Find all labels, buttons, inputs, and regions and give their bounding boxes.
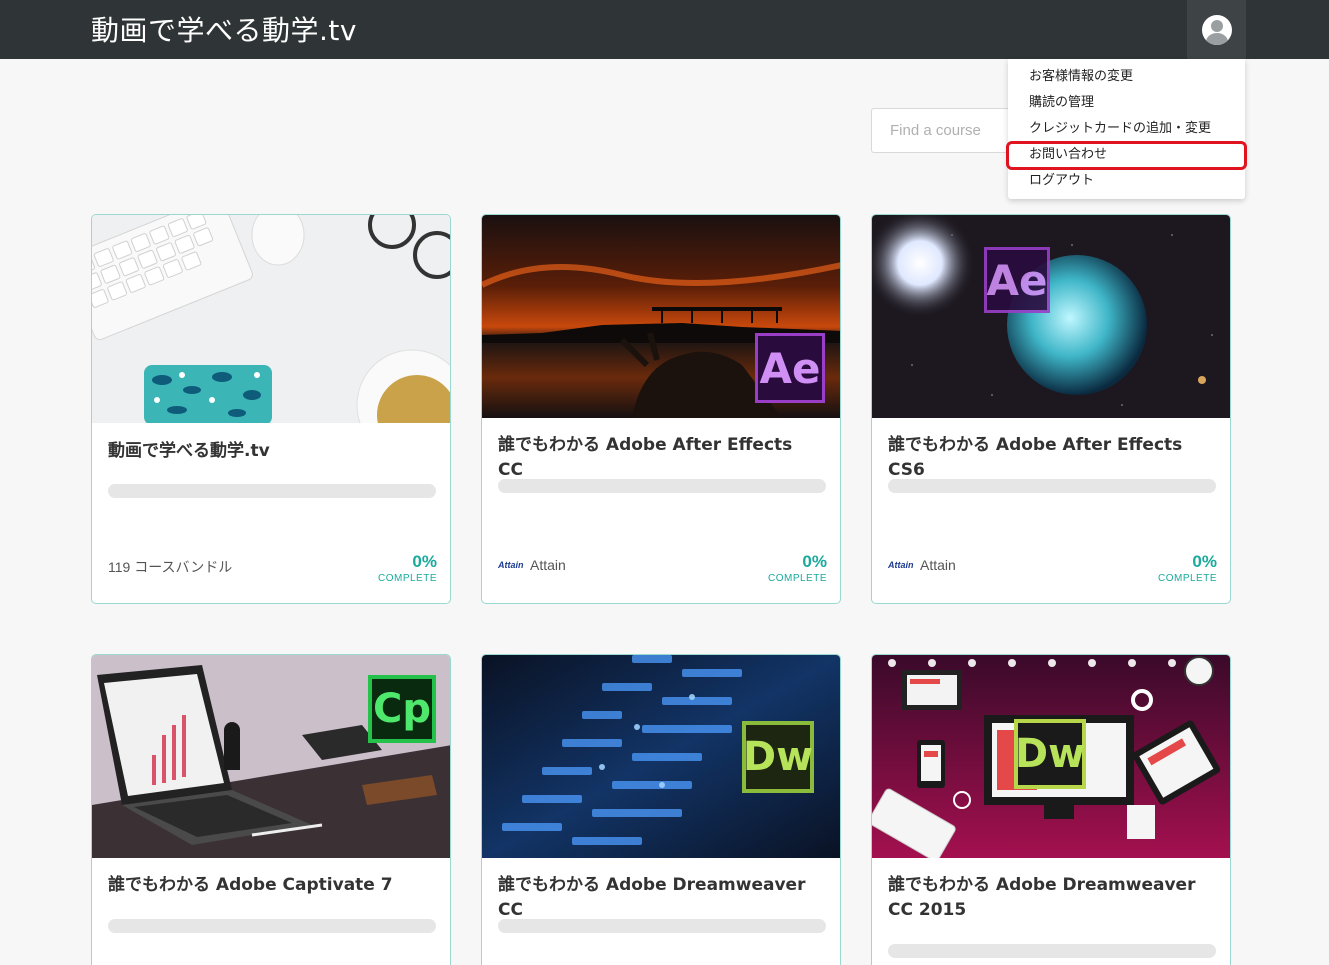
course-card[interactable]: Ae 誰でもわかる Adobe After Effects CS6 Attain… <box>871 214 1231 604</box>
completion-percent: 0% <box>802 552 827 571</box>
author-name: Attain <box>530 557 566 573</box>
course-card[interactable]: 動画で学べる動学.tv 119 コースバンドル 0% COMPLETE <box>91 214 451 604</box>
course-card[interactable]: Ae 誰でもわかる Adobe After Effects CC Attain … <box>481 214 841 604</box>
menu-item-subscriptions[interactable]: 購読の管理 <box>1008 91 1245 117</box>
course-thumbnail: Dw <box>872 655 1230 858</box>
course-title: 誰でもわかる Adobe After Effects CS6 <box>888 435 1183 480</box>
course-completion: 0% COMPLETE <box>768 552 827 584</box>
course-progress-bar <box>498 919 826 933</box>
course-progress-bar <box>888 944 1216 958</box>
course-title: 誰でもわかる Adobe Captivate 7 <box>108 875 393 895</box>
course-thumbnail <box>92 215 450 423</box>
course-completion: 0% COMPLETE <box>1158 552 1217 584</box>
course-thumbnail: Ae <box>482 215 840 418</box>
dreamweaver-logo-icon: Dw <box>742 721 814 793</box>
course-progress-bar <box>108 484 436 498</box>
menu-item-logout[interactable]: ログアウト <box>1008 169 1245 195</box>
menu-item-credit-card[interactable]: クレジットカードの追加・変更 <box>1008 117 1245 143</box>
menu-item-account-info[interactable]: お客様情報の変更 <box>1008 65 1245 91</box>
captivate-logo-icon: Cp <box>368 675 436 743</box>
completion-label: COMPLETE <box>1157 573 1217 584</box>
course-progress-bar <box>888 479 1216 493</box>
completion-label: COMPLETE <box>377 573 437 584</box>
course-thumbnail: Dw <box>482 655 840 858</box>
course-title: 誰でもわかる Adobe Dreamweaver CC 2015 <box>888 875 1196 920</box>
user-menu-button[interactable] <box>1187 0 1246 59</box>
course-thumbnail: Ae <box>872 215 1230 418</box>
course-title: 誰でもわかる Adobe After Effects CC <box>498 435 793 480</box>
attain-logo-icon: Attain <box>888 560 914 570</box>
course-author: 119 コースバンドル <box>108 557 232 577</box>
course-author: Attain Attain <box>888 557 956 573</box>
course-card[interactable]: Cp 誰でもわかる Adobe Captivate 7 <box>91 654 451 965</box>
course-author: Attain Attain <box>498 557 566 573</box>
author-name: Attain <box>920 557 956 573</box>
user-dropdown-menu: お客様情報の変更 購読の管理 クレジットカードの追加・変更 お問い合わせ ログア… <box>1008 59 1245 199</box>
after-effects-logo-icon: Ae <box>755 333 825 403</box>
completion-percent: 0% <box>412 552 437 571</box>
completion-percent: 0% <box>1192 552 1217 571</box>
course-title: 動画で学べる動学.tv <box>108 441 270 461</box>
attain-logo-icon: Attain <box>498 560 524 570</box>
course-progress-bar <box>498 479 826 493</box>
site-brand[interactable]: 動画で学べる動学.tv <box>91 9 357 49</box>
dreamweaver-logo-icon: Dw <box>1014 719 1086 789</box>
after-effects-logo-icon: Ae <box>984 247 1050 313</box>
top-navbar: 動画で学べる動学.tv <box>0 0 1329 59</box>
course-progress-bar <box>108 919 436 933</box>
course-card[interactable]: Dw 誰でもわかる Adobe Dreamweaver CC 2015 <box>871 654 1231 965</box>
course-thumbnail: Cp <box>92 655 450 858</box>
course-completion: 0% COMPLETE <box>378 552 437 584</box>
menu-item-contact[interactable]: お問い合わせ <box>1008 143 1245 169</box>
author-name: 119 コースバンドル <box>108 559 233 575</box>
user-avatar-icon <box>1201 14 1232 45</box>
completion-label: COMPLETE <box>767 573 827 584</box>
course-card[interactable]: Dw 誰でもわかる Adobe Dreamweaver CC <box>481 654 841 965</box>
course-title: 誰でもわかる Adobe Dreamweaver CC <box>498 875 806 920</box>
